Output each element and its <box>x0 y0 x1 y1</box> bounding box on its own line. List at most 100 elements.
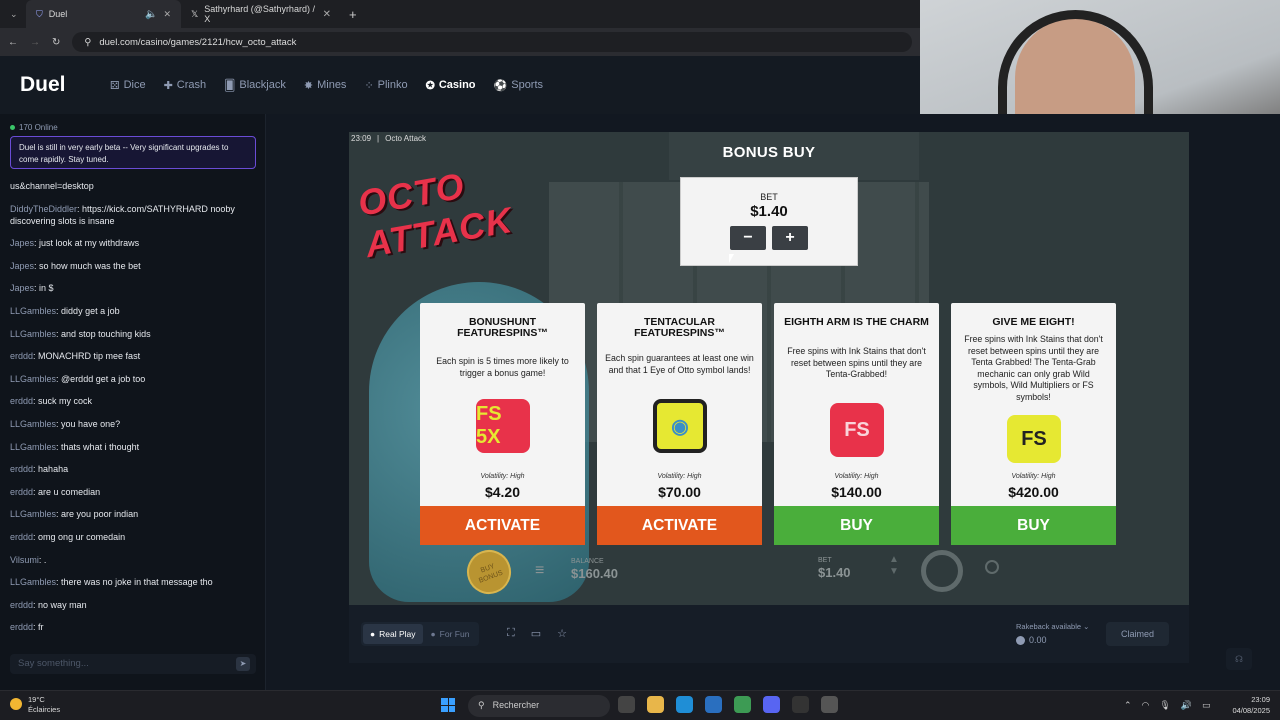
buy-bonus-button[interactable]: BUY BONUS <box>460 543 518 601</box>
card-volatility: Volatility: High <box>657 473 702 480</box>
edge-browser-icon[interactable] <box>676 696 693 713</box>
search-icon: ⚲ <box>478 700 485 710</box>
settings-app-icon[interactable] <box>821 696 838 713</box>
chat-username[interactable]: erddd <box>10 487 33 497</box>
chat-username[interactable]: erddd <box>10 351 33 361</box>
chat-username[interactable]: Japes <box>10 283 34 293</box>
network-icon[interactable]: ◠ <box>1142 700 1150 711</box>
game-frame[interactable]: OCTO ATTACK 23:09 | Octo Attack BONUS BU… <box>349 132 1189 605</box>
card-price: $140.00 <box>831 484 882 500</box>
chat-username[interactable]: LLGambles <box>10 374 56 384</box>
chat-message: Vilsumi: . <box>10 554 255 566</box>
taskbar-clock[interactable]: 23:09 04/08/2025 <box>1232 694 1270 716</box>
nav-crash[interactable]: ✚ Crash <box>164 79 207 92</box>
new-tab-button[interactable]: + <box>341 7 365 22</box>
chat-username[interactable]: LLGambles <box>10 442 56 452</box>
weather-widget[interactable]: 19°C Éclaircies <box>10 695 60 715</box>
nav-casino[interactable]: ✪ Casino <box>426 79 476 92</box>
discord-app-icon[interactable] <box>763 696 780 713</box>
chat-username[interactable]: LLGambles <box>10 419 56 429</box>
main-nav: ⚄ Dice ✚ Crash 🂠 Blackjack ✸ Mines ⁘ Plinko ✪… <box>110 79 543 92</box>
chat-username[interactable]: erddd <box>10 600 33 610</box>
bet-increase-button[interactable]: + <box>772 226 808 250</box>
online-count: 170 Online <box>10 123 58 132</box>
online-dot-icon <box>10 125 15 130</box>
url-field[interactable]: ⚲ duel.com/casino/games/2121/hcw_octo_at… <box>72 32 912 52</box>
support-chat-icon[interactable]: ☊ <box>1226 648 1252 670</box>
for-fun-button[interactable]: ● For Fun <box>423 629 478 639</box>
spin-button[interactable] <box>921 550 963 592</box>
chat-username[interactable]: erddd <box>10 464 33 474</box>
chat-message: LLGambles: @erddd get a job too <box>10 373 255 385</box>
close-icon[interactable]: ✕ <box>163 9 171 20</box>
mines-icon: ✸ <box>303 79 314 92</box>
chat-username[interactable]: LLGambles <box>10 577 56 587</box>
nav-dice[interactable]: ⚄ Dice <box>110 79 146 92</box>
chat-username[interactable]: DiddyTheDiddler <box>10 204 77 214</box>
real-play-button[interactable]: ● Real Play <box>363 624 423 644</box>
activate-button[interactable]: ACTIVATE <box>420 506 585 545</box>
rakeback-label[interactable]: Rakeback available ⌄ <box>1016 622 1089 631</box>
address-bar-row: ← → ↻ ⚲ duel.com/casino/games/2121/hcw_o… <box>0 28 920 56</box>
site-logo[interactable]: Duel <box>20 73 110 97</box>
reload-icon[interactable]: ↻ <box>52 37 60 48</box>
chat-username[interactable]: erddd <box>10 532 33 542</box>
chat-username[interactable]: erddd <box>10 396 33 406</box>
nav-sports[interactable]: ⚽ Sports <box>494 79 544 92</box>
back-icon[interactable]: ← <box>8 37 18 48</box>
shield-icon: ⛉ <box>36 8 43 19</box>
chat-username[interactable]: LLGambles <box>10 329 56 339</box>
store-app-icon[interactable] <box>705 696 722 713</box>
chat-text: no way man <box>38 599 87 610</box>
terminal-app-icon[interactable] <box>618 696 635 713</box>
nav-label: Plinko <box>377 79 408 91</box>
chat-username[interactable]: Japes <box>10 238 34 248</box>
tab-x[interactable]: 𝕏 Sathyrhard (@Sathyrhard) / X ✕ <box>181 0 341 28</box>
bonus-buy-title: BONUS BUY <box>722 144 816 161</box>
card-price: $70.00 <box>658 484 701 500</box>
fullscreen-icon[interactable]: ⛶ <box>507 627 515 640</box>
chat-input[interactable]: Say something... ➤ <box>10 654 256 674</box>
card-desc: Free spins with Ink Stains that don't re… <box>964 334 1103 402</box>
coin-icon: ● <box>430 629 436 639</box>
volume-icon[interactable]: 🔊 <box>1181 700 1192 711</box>
buy-button[interactable]: BUY <box>951 506 1116 545</box>
nav-plinko[interactable]: ⁘ Plinko <box>364 79 407 92</box>
favorite-star-icon[interactable]: ☆ <box>557 627 567 640</box>
chat-username[interactable]: LLGambles <box>10 509 56 519</box>
site-info-icon[interactable]: ⚲ <box>84 37 91 48</box>
clock-time: 23:09 <box>1251 695 1270 704</box>
activate-button[interactable]: ACTIVATE <box>597 506 762 545</box>
tab-duel[interactable]: ⛉ Duel 🔈 ✕ <box>26 0 181 28</box>
chat-username[interactable]: erddd <box>10 622 33 632</box>
nav-blackjack[interactable]: 🂠 Blackjack <box>224 79 286 92</box>
buy-button[interactable]: BUY <box>774 506 939 545</box>
taskbar-search[interactable]: ⚲ Rechercher <box>468 695 610 717</box>
send-icon[interactable]: ➤ <box>236 657 250 671</box>
windows-start-icon[interactable] <box>441 698 455 712</box>
battery-icon[interactable]: ▭ <box>1202 700 1211 711</box>
nav-mines[interactable]: ✸ Mines <box>304 79 347 92</box>
bet-decrease-button[interactable]: − <box>730 226 766 250</box>
speaker-icon[interactable]: 🔈 <box>145 9 157 20</box>
autoplay-icon[interactable] <box>985 560 999 574</box>
close-icon[interactable]: ✕ <box>323 9 331 20</box>
bet-arrows-icon[interactable]: ▲ ▼ <box>889 554 899 578</box>
tab-list-button[interactable]: ⌄ <box>0 0 26 28</box>
chat-text: omg ong ur comedain <box>38 531 126 542</box>
site-header: Duel ⚄ Dice ✚ Crash 🂠 Blackjack ✸ Mines ⁘ Pli… <box>0 56 920 114</box>
chat-username[interactable]: Vilsumi <box>10 555 39 565</box>
theatre-mode-icon[interactable]: ▭ <box>531 627 541 640</box>
forward-icon[interactable]: → <box>30 37 40 48</box>
chrome-browser-icon[interactable] <box>734 696 751 713</box>
file-explorer-icon[interactable] <box>647 696 664 713</box>
chat-username[interactable]: Japes <box>10 261 34 271</box>
chevron-up-icon[interactable]: ⌃ <box>1124 700 1132 711</box>
obs-app-icon[interactable] <box>792 696 809 713</box>
cards-icon: 🂠 <box>224 79 236 92</box>
microphone-icon[interactable]: 🎙 <box>1159 700 1170 711</box>
chat-message: erddd: omg ong ur comedain <box>10 531 255 543</box>
chat-username[interactable]: LLGambles <box>10 306 56 316</box>
claimed-button[interactable]: Claimed <box>1106 622 1169 646</box>
menu-icon[interactable]: ≡ <box>535 562 553 580</box>
